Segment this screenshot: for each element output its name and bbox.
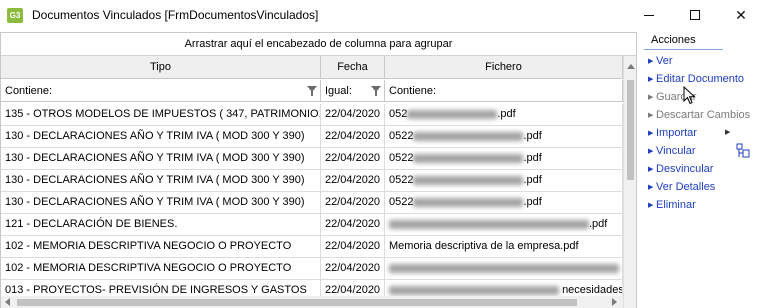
redacted-text	[389, 285, 559, 295]
table-row[interactable]: 130 - DECLARACIONES AÑO Y TRIM IVA ( MOD…	[1, 148, 623, 170]
cell-fichero: 0522 .pdf	[385, 148, 623, 169]
cell-fichero: 0522 .pdf	[385, 192, 623, 213]
filter-fecha[interactable]: Igual:	[321, 80, 385, 102]
cell-fecha: 22/04/2020	[321, 148, 385, 169]
redacted-text	[413, 131, 524, 141]
action-eliminar[interactable]: ▶ Eliminar	[648, 197, 696, 214]
bullet-icon: ▶	[648, 166, 654, 173]
action-desvincular[interactable]: ▶ Desvincular	[648, 161, 713, 178]
action-ver-detalles[interactable]: ▶ Ver Detalles	[648, 179, 715, 196]
cell-tipo: 121 - DECLARACIÓN DE BIENES.	[1, 214, 321, 235]
redacted-text	[413, 197, 524, 207]
minimize-button[interactable]	[630, 0, 668, 30]
column-header-fecha[interactable]: Fecha	[321, 56, 385, 79]
table-row[interactable]: 130 - DECLARACIONES AÑO Y TRIM IVA ( MOD…	[1, 170, 623, 192]
scroll-up-icon[interactable]	[627, 64, 635, 69]
filter-fichero-operator: Contiene:	[389, 85, 437, 97]
filter-fecha-operator: Igual:	[325, 85, 352, 97]
actions-panel: Acciones ▶ Ver ▶ Editar Documento ▶ Guardar…	[644, 32, 759, 308]
table-row[interactable]: 102 - MEMORIA DESCRIPTIVA NEGOCIO O PROY…	[1, 236, 623, 258]
bullet-icon: ▶	[648, 58, 654, 65]
filter-row: Contiene: Igual: Contiene:	[1, 80, 623, 102]
cell-fecha: 22/04/2020	[321, 104, 385, 125]
action-vincular[interactable]: ▶ Vincular	[648, 143, 696, 160]
minimize-icon	[644, 14, 654, 16]
filter-fichero[interactable]: Contiene:	[385, 80, 623, 102]
documents-grid: Arrastrar aquí el encabezado de columna …	[0, 32, 637, 308]
filter-funnel-icon[interactable]	[307, 86, 317, 96]
cell-fichero: 0522 .pdf	[385, 170, 623, 191]
bullet-icon: ▶	[648, 184, 654, 191]
title-bar: G3 Documentos Vinculados [FrmDocumentosV…	[0, 0, 759, 30]
horizontal-scroll-thumb[interactable]	[17, 299, 577, 306]
horizontal-scrollbar[interactable]	[1, 296, 623, 308]
actions-title: Acciones	[644, 34, 723, 50]
maximize-button[interactable]	[676, 0, 714, 30]
cell-tipo: 130 - DECLARACIONES AÑO Y TRIM IVA ( MOD…	[1, 170, 321, 191]
action-ver[interactable]: ▶ Ver	[648, 53, 673, 70]
filter-tipo[interactable]: Contiene:	[1, 80, 321, 102]
redacted-text	[389, 219, 589, 229]
column-header-tipo[interactable]: Tipo	[1, 56, 321, 79]
cell-tipo: 130 - DECLARACIONES AÑO Y TRIM IVA ( MOD…	[1, 126, 321, 147]
bullet-icon: ▶	[648, 148, 654, 155]
grid-rows: 135 - OTROS MODELOS DE IMPUESTOS ( 347, …	[1, 104, 623, 302]
table-row[interactable]: 135 - OTROS MODELOS DE IMPUESTOS ( 347, …	[1, 104, 623, 126]
cell-fichero: 0522 .pdf	[385, 126, 623, 147]
action-descartar-cambios: ▶ Descartar Cambios	[648, 107, 750, 124]
cell-fecha: 22/04/2020	[321, 170, 385, 191]
table-row[interactable]: 130 - DECLARACIONES AÑO Y TRIM IVA ( MOD…	[1, 126, 623, 148]
bullet-icon: ▶	[648, 94, 654, 101]
bullet-icon: ▶	[648, 202, 654, 209]
scroll-left-icon[interactable]	[5, 298, 10, 306]
window-title: Documentos Vinculados [FrmDocumentosVinc…	[32, 8, 319, 22]
column-header-row: Tipo Fecha Fichero	[1, 56, 623, 79]
table-row[interactable]: 102 - MEMORIA DESCRIPTIVA NEGOCIO O PROY…	[1, 258, 623, 280]
cell-fichero: Memoria descriptiva de la empresa.pdf	[385, 236, 623, 257]
filter-tipo-operator: Contiene:	[5, 85, 53, 97]
vertical-scrollbar[interactable]	[623, 56, 636, 308]
cell-tipo: 135 - OTROS MODELOS DE IMPUESTOS ( 347, …	[1, 104, 321, 125]
close-icon: ✕	[735, 6, 747, 23]
column-header-fichero[interactable]: Fichero	[385, 56, 623, 79]
maximize-icon	[690, 10, 700, 20]
bullet-icon: ▶	[648, 130, 654, 137]
cell-fecha: 22/04/2020	[321, 192, 385, 213]
bullet-icon: ▶	[648, 76, 654, 83]
cell-tipo: 130 - DECLARACIONES AÑO Y TRIM IVA ( MOD…	[1, 148, 321, 169]
cell-fichero: 052 .pdf	[385, 104, 623, 125]
action-importar[interactable]: ▶ Importar	[648, 125, 697, 142]
cell-fichero	[385, 258, 623, 279]
mouse-cursor-icon	[683, 86, 696, 105]
close-button[interactable]: ✕	[722, 0, 759, 30]
filter-funnel-icon[interactable]	[371, 86, 381, 96]
cell-tipo: 130 - DECLARACIONES AÑO Y TRIM IVA ( MOD…	[1, 192, 321, 213]
bullet-icon: ▶	[648, 112, 654, 119]
table-row[interactable]: 121 - DECLARACIÓN DE BIENES. 22/04/2020 …	[1, 214, 623, 236]
link-documents-icon[interactable]	[736, 143, 750, 159]
cell-fecha: 22/04/2020	[321, 236, 385, 257]
cell-fecha: 22/04/2020	[321, 258, 385, 279]
redacted-text	[389, 263, 619, 273]
scroll-right-icon[interactable]	[612, 298, 617, 306]
cell-fichero: .pdf	[385, 214, 623, 235]
group-by-panel[interactable]: Arrastrar aquí el encabezado de columna …	[1, 33, 636, 56]
cell-tipo: 102 - MEMORIA DESCRIPTIVA NEGOCIO O PROY…	[1, 236, 321, 257]
cell-tipo: 102 - MEMORIA DESCRIPTIVA NEGOCIO O PROY…	[1, 258, 321, 279]
redacted-text	[407, 109, 498, 119]
cell-fecha: 22/04/2020	[321, 214, 385, 235]
app-icon: G3	[7, 8, 23, 23]
vertical-scroll-thumb[interactable]	[627, 80, 634, 180]
redacted-text	[413, 153, 524, 163]
redacted-text	[413, 175, 524, 185]
cell-fecha: 22/04/2020	[321, 126, 385, 147]
submenu-arrow-icon: ▶	[725, 129, 731, 136]
table-row[interactable]: 130 - DECLARACIONES AÑO Y TRIM IVA ( MOD…	[1, 192, 623, 214]
